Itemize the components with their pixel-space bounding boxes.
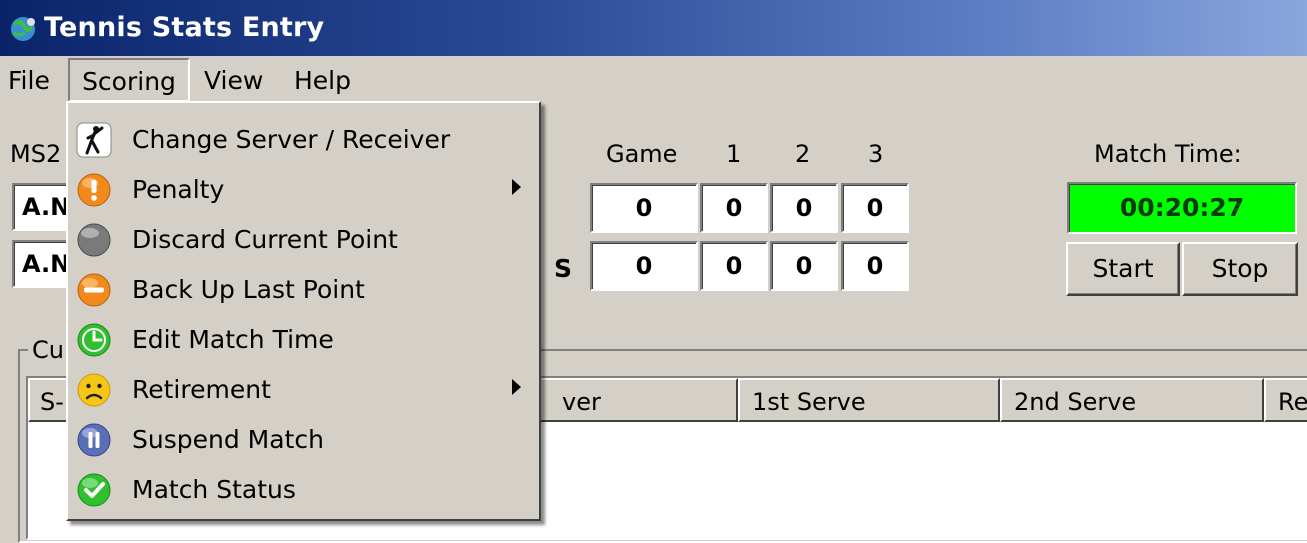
menu-item-match-status[interactable]: Match Status bbox=[68, 465, 539, 515]
menu-bar: File Scoring View Help bbox=[0, 56, 1307, 102]
window-title: Tennis Stats Entry bbox=[44, 12, 325, 43]
menu-item-label: Discard Current Point bbox=[132, 225, 398, 254]
title-bar: Tennis Stats Entry bbox=[0, 0, 1307, 56]
checkmark-icon bbox=[77, 473, 111, 507]
minus-circle-icon bbox=[77, 273, 111, 307]
sad-face-icon bbox=[77, 373, 111, 407]
menu-item-retirement[interactable]: Retirement bbox=[68, 365, 539, 415]
menu-item-penalty[interactable]: Penalty bbox=[68, 165, 539, 215]
menu-item-suspend-match[interactable]: Suspend Match bbox=[68, 415, 539, 465]
menu-item-label: Penalty bbox=[132, 175, 225, 204]
server-indicator: S bbox=[554, 254, 573, 283]
score-set1-p2: 0 bbox=[700, 241, 768, 291]
match-time-display: 00:20:27 bbox=[1067, 182, 1297, 234]
score-header-set2: 2 bbox=[795, 140, 811, 168]
warning-icon bbox=[77, 173, 111, 207]
score-header-game: Game bbox=[606, 140, 678, 168]
score-game-p2: 0 bbox=[590, 241, 698, 291]
score-game-p1: 0 bbox=[590, 183, 698, 233]
menu-item-label: Match Status bbox=[132, 475, 296, 504]
menu-item-label: Retirement bbox=[132, 375, 271, 404]
score-set3-p2: 0 bbox=[841, 241, 909, 291]
score-set1-p1: 0 bbox=[700, 183, 768, 233]
score-header-set3: 3 bbox=[868, 140, 884, 168]
menu-item-label: Suspend Match bbox=[132, 425, 324, 454]
menu-item-label: Back Up Last Point bbox=[132, 275, 365, 304]
submenu-arrow-icon bbox=[512, 379, 521, 395]
match-code-label: MS2 bbox=[10, 140, 62, 168]
menu-item-change-server[interactable]: Change Server / Receiver bbox=[68, 115, 539, 165]
menu-scoring[interactable]: Scoring bbox=[68, 58, 190, 102]
menu-view[interactable]: View bbox=[196, 64, 271, 98]
score-set2-p2: 0 bbox=[770, 241, 838, 291]
menu-file[interactable]: File bbox=[0, 64, 58, 98]
start-button[interactable]: Start bbox=[1066, 242, 1180, 296]
menu-item-back-up-point[interactable]: Back Up Last Point bbox=[68, 265, 539, 315]
score-set2-p1: 0 bbox=[770, 183, 838, 233]
menu-help[interactable]: Help bbox=[286, 64, 359, 98]
score-set3-p1: 0 bbox=[841, 183, 909, 233]
pause-icon bbox=[77, 423, 111, 457]
menu-item-edit-match-time[interactable]: Edit Match Time bbox=[68, 315, 539, 365]
column-header-1st-serve[interactable]: 1st Serve bbox=[738, 378, 1000, 422]
player-serving-icon bbox=[76, 122, 112, 158]
menu-item-label: Edit Match Time bbox=[132, 325, 334, 354]
app-globe-icon bbox=[11, 17, 35, 41]
current-point-group-label: Cu bbox=[28, 336, 68, 364]
column-header-re[interactable]: Re bbox=[1264, 378, 1307, 422]
column-header-2nd-serve[interactable]: 2nd Serve bbox=[1000, 378, 1264, 422]
clock-icon bbox=[77, 323, 111, 357]
submenu-arrow-icon bbox=[512, 179, 521, 195]
match-time-label: Match Time: bbox=[1094, 140, 1242, 168]
gray-circle-icon bbox=[77, 223, 111, 257]
menu-item-discard-point[interactable]: Discard Current Point bbox=[68, 215, 539, 265]
score-header-set1: 1 bbox=[726, 140, 742, 168]
scoring-dropdown-menu: Change Server / Receiver Penalty Discard… bbox=[66, 101, 541, 521]
stop-button[interactable]: Stop bbox=[1182, 242, 1298, 296]
menu-item-label: Change Server / Receiver bbox=[132, 125, 451, 154]
